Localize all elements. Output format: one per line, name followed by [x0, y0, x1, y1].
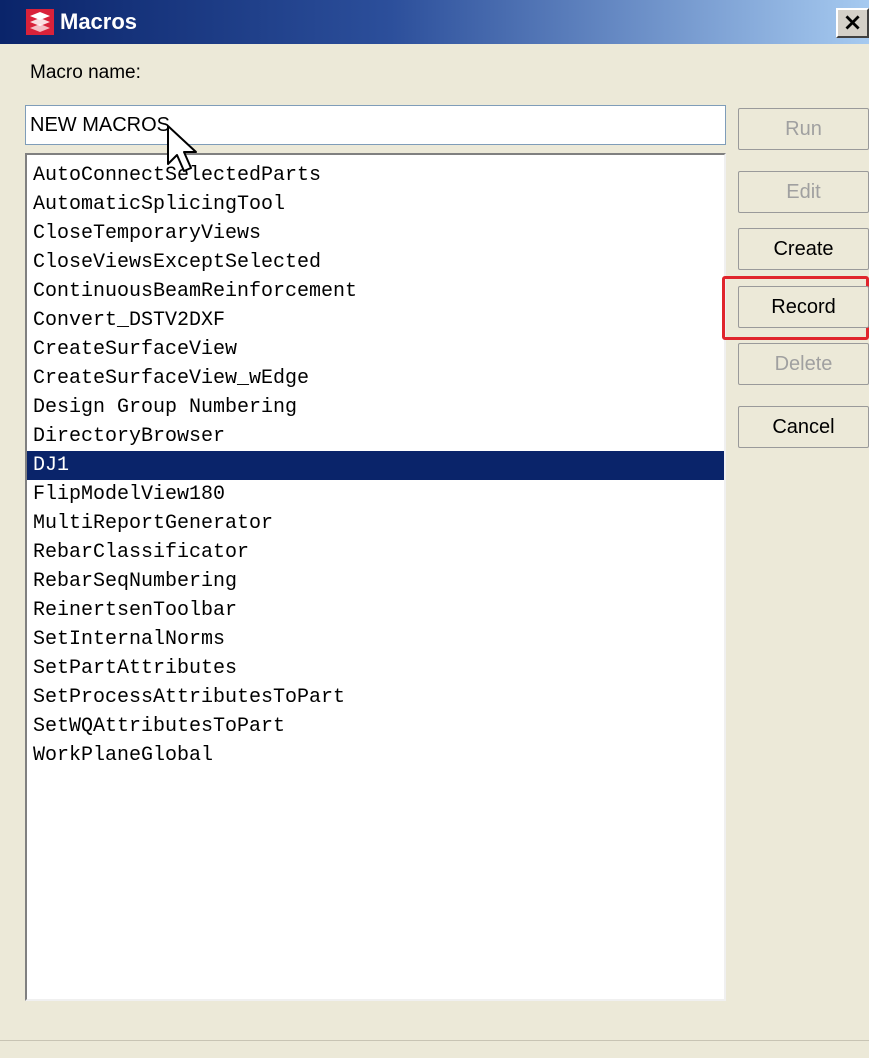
title-bar[interactable]: Macros ×	[0, 0, 869, 44]
macro-list-item[interactable]: MultiReportGenerator	[27, 509, 724, 538]
macro-list[interactable]: AutoConnectSelectedParts AutomaticSplicin…	[25, 153, 726, 1001]
edit-button[interactable]: Edit	[738, 171, 869, 213]
macro-list-item[interactable]: AutoConnectSelectedParts	[27, 161, 724, 190]
record-button[interactable]: Record	[738, 286, 869, 328]
macro-list-item[interactable]: CloseTemporaryViews	[27, 219, 724, 248]
macro-list-item[interactable]: ReinertsenToolbar	[27, 596, 724, 625]
macro-list-item[interactable]: CreateSurfaceView_wEdge	[27, 364, 724, 393]
macro-name-input[interactable]	[25, 105, 726, 145]
macro-list-item[interactable]: SetProcessAttributesToPart	[27, 683, 724, 712]
close-icon: ×	[842, 8, 863, 36]
macro-list-item[interactable]: SetInternalNorms	[27, 625, 724, 654]
macro-list-item[interactable]: Convert_DSTV2DXF	[27, 306, 724, 335]
create-button[interactable]: Create	[738, 228, 869, 270]
macro-list-item[interactable]: SetWQAttributesToPart	[27, 712, 724, 741]
macro-name-label: Macro name:	[30, 62, 141, 83]
run-button[interactable]: Run	[738, 108, 869, 150]
macros-dialog: Macros × Macro name: AutoConnectSelected…	[0, 0, 869, 1058]
macro-list-item[interactable]: WorkPlaneGlobal	[27, 741, 724, 770]
cancel-button[interactable]: Cancel	[738, 406, 869, 448]
macro-list-item[interactable]: ContinuousBeamReinforcement	[27, 277, 724, 306]
macro-list-items: AutoConnectSelectedParts AutomaticSplicin…	[27, 161, 724, 770]
close-button[interactable]: ×	[836, 8, 869, 38]
macro-list-item[interactable]: RebarClassificator	[27, 538, 724, 567]
macro-list-item[interactable]: DirectoryBrowser	[27, 422, 724, 451]
macro-list-item[interactable]: CreateSurfaceView	[27, 335, 724, 364]
macro-list-item[interactable]: DJ1	[27, 451, 724, 480]
macro-list-item[interactable]: CloseViewsExceptSelected	[27, 248, 724, 277]
bottom-edge	[0, 1040, 869, 1058]
macro-list-item[interactable]: RebarSeqNumbering	[27, 567, 724, 596]
macro-list-item[interactable]: SetPartAttributes	[27, 654, 724, 683]
macro-list-item[interactable]: AutomaticSplicingTool	[27, 190, 724, 219]
delete-button[interactable]: Delete	[738, 343, 869, 385]
window-title: Macros	[60, 9, 138, 34]
macros-app-icon	[26, 9, 54, 35]
macro-list-item[interactable]: FlipModelView180	[27, 480, 724, 509]
macro-list-item[interactable]: Design Group Numbering	[27, 393, 724, 422]
